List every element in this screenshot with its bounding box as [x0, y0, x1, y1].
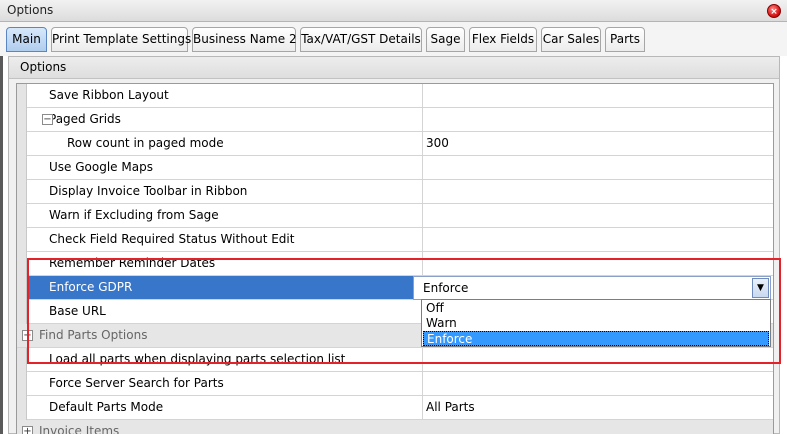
- property-value: ✔: [423, 156, 773, 180]
- property-name: Use Google Maps: [27, 156, 423, 180]
- row-paged-grids[interactable]: − Paged Grids: [17, 108, 773, 132]
- row-row-count-in-paged-mode[interactable]: Row count in paged mode 300: [17, 132, 773, 156]
- tab-sage[interactable]: Sage: [426, 27, 465, 52]
- row-count-value[interactable]: 300: [423, 132, 773, 156]
- property-name: Warn if Excluding from Sage: [27, 204, 423, 228]
- options-panel-title: Options: [20, 60, 67, 74]
- category-invoice-items[interactable]: + Invoice Items: [17, 420, 773, 434]
- tab-flex-fields[interactable]: Flex Fields: [469, 27, 537, 52]
- window-title: Options: [7, 3, 54, 17]
- tab-strip: Main Print Template Settings Business Na…: [0, 22, 787, 56]
- property-name: Row count in paged mode: [27, 132, 423, 156]
- options-panel: Options Save Ribbon Layout ✔ − Paged Gri…: [8, 56, 780, 434]
- property-value: [423, 228, 773, 252]
- property-name: Force Server Search for Parts: [27, 372, 423, 396]
- property-value: ✔: [423, 204, 773, 228]
- property-name: Check Field Required Status Without Edit: [27, 228, 423, 252]
- property-name: Display Invoice Toolbar in Ribbon: [27, 180, 423, 204]
- collapse-icon[interactable]: −: [42, 114, 53, 125]
- options-panel-header: Options: [9, 57, 779, 79]
- row-display-invoice-toolbar[interactable]: Display Invoice Toolbar in Ribbon: [17, 180, 773, 204]
- property-name: Default Parts Mode: [27, 396, 423, 420]
- title-bar: Options ×: [0, 0, 787, 22]
- category-name: + Invoice Items: [17, 420, 423, 434]
- property-value: [423, 372, 773, 396]
- row-check-field-required-status[interactable]: Check Field Required Status Without Edit: [17, 228, 773, 252]
- window-left-edge: [0, 56, 3, 434]
- property-label: Paged Grids: [49, 112, 121, 126]
- property-name: Save Ribbon Layout: [27, 84, 423, 108]
- category-label: Invoice Items: [39, 424, 120, 434]
- property-value: ✔: [423, 84, 773, 108]
- tab-parts[interactable]: Parts: [605, 27, 645, 52]
- tab-main[interactable]: Main: [6, 27, 47, 52]
- highlight-annotation-box: [27, 258, 781, 364]
- row-warn-if-excluding-from-sage[interactable]: Warn if Excluding from Sage ✔: [17, 204, 773, 228]
- row-force-server-search[interactable]: Force Server Search for Parts: [17, 372, 773, 396]
- expand-icon[interactable]: +: [22, 426, 33, 434]
- property-value: [423, 180, 773, 204]
- property-name: − Paged Grids: [27, 108, 423, 132]
- close-icon[interactable]: ×: [767, 4, 781, 18]
- tab-print-template-settings[interactable]: Print Template Settings: [51, 27, 191, 52]
- tab-business-name-2[interactable]: Business Name 2: [192, 27, 297, 52]
- category-value: [423, 420, 773, 434]
- row-save-ribbon-layout[interactable]: Save Ribbon Layout ✔: [17, 84, 773, 108]
- default-parts-mode-value[interactable]: All Parts: [423, 396, 773, 420]
- row-use-google-maps[interactable]: Use Google Maps ✔: [17, 156, 773, 180]
- tab-tax-vat-gst-details[interactable]: Tax/VAT/GST Details: [300, 27, 422, 52]
- row-default-parts-mode[interactable]: Default Parts Mode All Parts: [17, 396, 773, 420]
- property-value: [423, 108, 773, 132]
- tab-car-sales[interactable]: Car Sales: [541, 27, 601, 52]
